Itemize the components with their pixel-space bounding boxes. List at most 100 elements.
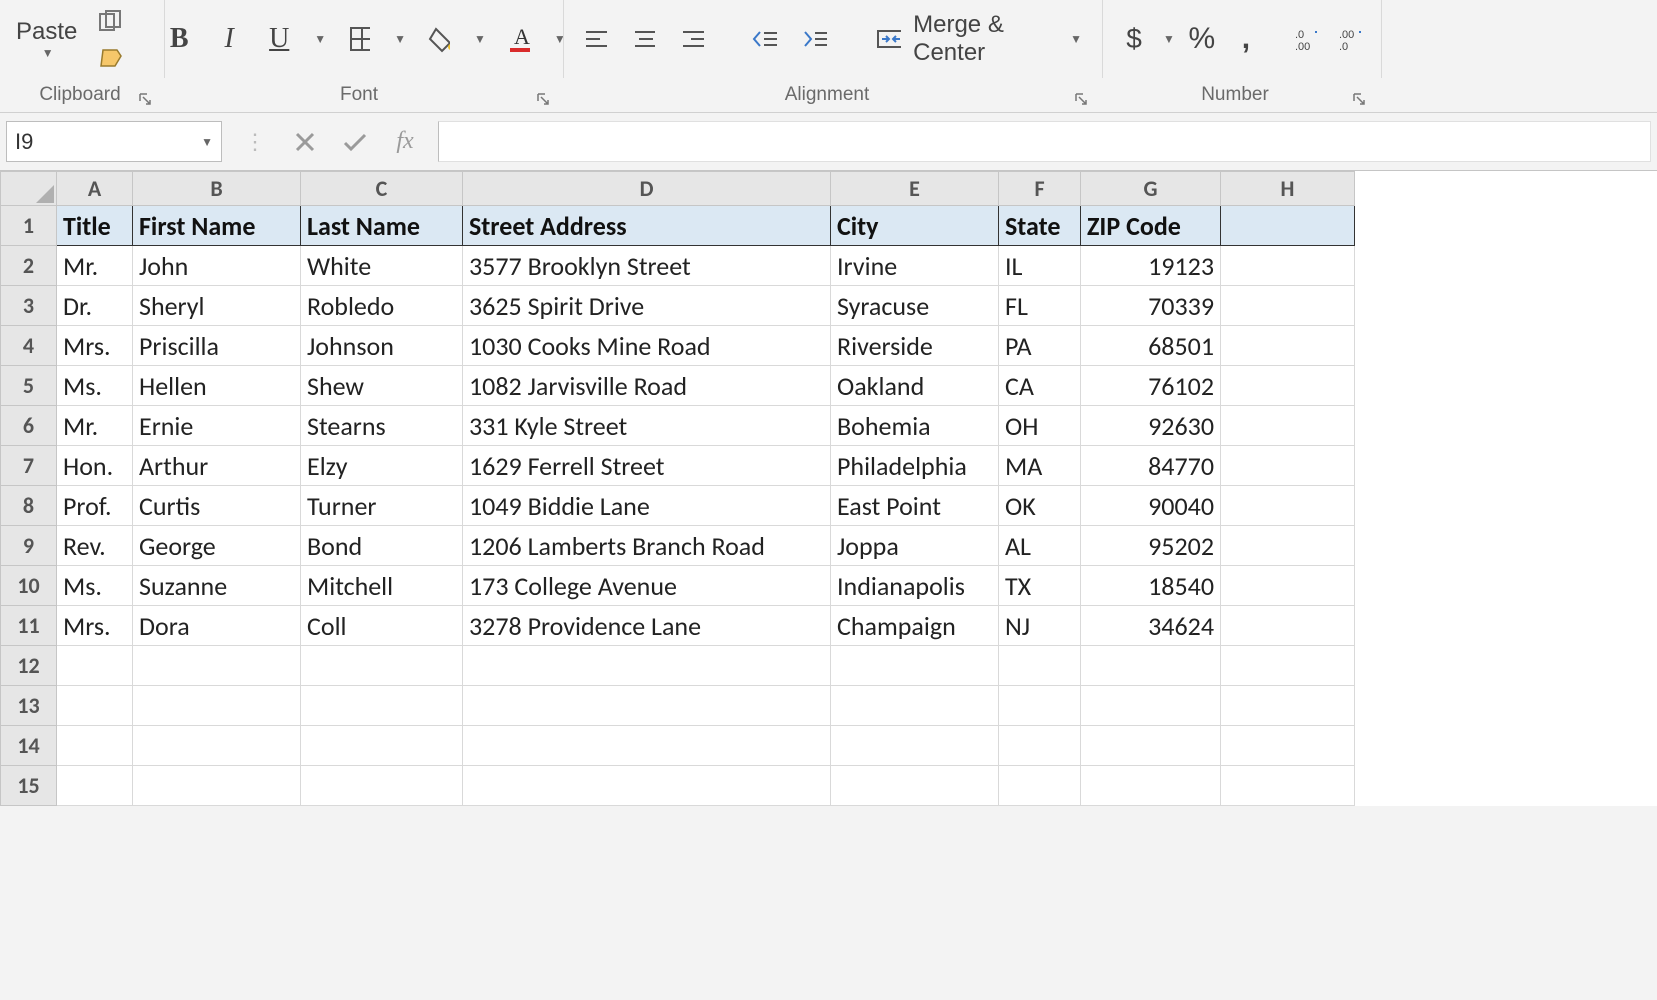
spreadsheet-grid[interactable]: ABCDEFGH1TitleFirst NameLast NameStreet … (0, 171, 1657, 806)
column-header-B[interactable]: B (133, 172, 301, 206)
cell[interactable] (999, 646, 1081, 686)
cell[interactable]: Shew (301, 366, 463, 406)
cell[interactable]: Ernie (133, 406, 301, 446)
cell[interactable]: Ms. (57, 566, 133, 606)
chevron-down-icon[interactable]: ▼ (314, 32, 326, 46)
cell[interactable] (1221, 686, 1355, 726)
cell[interactable]: Mrs. (57, 606, 133, 646)
cell[interactable]: Bohemia (831, 406, 999, 446)
cell[interactable]: Indianapolis (831, 566, 999, 606)
cell[interactable]: 95202 (1081, 526, 1221, 566)
borders-button[interactable] (342, 21, 376, 57)
column-header-H[interactable]: H (1221, 172, 1355, 206)
italic-button[interactable]: I (212, 19, 246, 59)
row-header[interactable]: 7 (1, 446, 57, 486)
cell[interactable]: 92630 (1081, 406, 1221, 446)
cell[interactable] (133, 726, 301, 766)
cell[interactable]: Stearns (301, 406, 463, 446)
handle-icon[interactable]: ⋮ (230, 125, 280, 159)
cell[interactable]: Mr. (57, 406, 133, 446)
cell[interactable] (1221, 486, 1355, 526)
chevron-down-icon[interactable]: ▼ (394, 32, 406, 46)
cell[interactable]: 1030 Cooks Mine Road (463, 326, 831, 366)
cell[interactable]: Last Name (301, 206, 463, 246)
cell[interactable]: Oakland (831, 366, 999, 406)
cell[interactable]: CA (999, 366, 1081, 406)
cell[interactable]: John (133, 246, 301, 286)
format-painter-icon[interactable] (93, 40, 131, 74)
cell[interactable]: 3577 Brooklyn Street (463, 246, 831, 286)
cell[interactable]: Rev. (57, 526, 133, 566)
chevron-down-icon[interactable]: ▼ (1163, 32, 1175, 46)
cell[interactable]: First Name (133, 206, 301, 246)
cell[interactable]: Coll (301, 606, 463, 646)
row-header[interactable]: 10 (1, 566, 57, 606)
cell[interactable]: George (133, 526, 301, 566)
cell[interactable]: Philadelphia (831, 446, 999, 486)
cell[interactable] (999, 766, 1081, 806)
cell[interactable] (831, 726, 999, 766)
cell[interactable]: Champaign (831, 606, 999, 646)
cell[interactable] (831, 686, 999, 726)
row-header[interactable]: 11 (1, 606, 57, 646)
increase-indent-button[interactable] (797, 22, 833, 56)
cell[interactable] (301, 686, 463, 726)
enter-icon[interactable] (330, 125, 380, 159)
cell[interactable]: 76102 (1081, 366, 1221, 406)
cancel-icon[interactable] (280, 125, 330, 159)
column-header-F[interactable]: F (999, 172, 1081, 206)
copy-icon[interactable] (93, 4, 131, 38)
dialog-launcher-icon[interactable] (136, 90, 154, 108)
cell[interactable] (57, 686, 133, 726)
cell[interactable] (831, 766, 999, 806)
cell[interactable] (999, 686, 1081, 726)
cell[interactable] (57, 726, 133, 766)
align-right-button[interactable] (675, 22, 710, 56)
cell[interactable]: 68501 (1081, 326, 1221, 366)
cell[interactable] (1221, 646, 1355, 686)
row-header[interactable]: 9 (1, 526, 57, 566)
cell[interactable]: NJ (999, 606, 1081, 646)
cell[interactable]: 3625 Spirit Drive (463, 286, 831, 326)
cell[interactable]: OH (999, 406, 1081, 446)
row-header[interactable]: 13 (1, 686, 57, 726)
cell[interactable] (1081, 726, 1221, 766)
cell[interactable]: 84770 (1081, 446, 1221, 486)
cell[interactable] (1221, 526, 1355, 566)
cell[interactable]: AL (999, 526, 1081, 566)
cell[interactable] (57, 646, 133, 686)
cell[interactable]: MA (999, 446, 1081, 486)
cell[interactable]: Hon. (57, 446, 133, 486)
row-header[interactable]: 2 (1, 246, 57, 286)
comma-style-button[interactable]: , (1229, 18, 1263, 60)
row-header[interactable]: 1 (1, 206, 57, 246)
cell[interactable] (463, 726, 831, 766)
cell[interactable]: Priscilla (133, 326, 301, 366)
cell[interactable]: 331 Kyle Street (463, 406, 831, 446)
cell[interactable] (1221, 726, 1355, 766)
insert-function-button[interactable]: fx (380, 124, 430, 159)
row-header[interactable]: 3 (1, 286, 57, 326)
formula-input[interactable] (438, 121, 1651, 162)
cell[interactable] (1221, 246, 1355, 286)
row-header[interactable]: 15 (1, 766, 57, 806)
row-header[interactable]: 6 (1, 406, 57, 446)
cell[interactable] (57, 766, 133, 806)
currency-button[interactable]: $ (1117, 19, 1151, 59)
row-header[interactable]: 8 (1, 486, 57, 526)
decrease-indent-button[interactable] (746, 22, 782, 56)
column-header-A[interactable]: A (57, 172, 133, 206)
row-header[interactable]: 4 (1, 326, 57, 366)
cell[interactable]: Elzy (301, 446, 463, 486)
cell[interactable]: Johnson (301, 326, 463, 366)
row-header[interactable]: 12 (1, 646, 57, 686)
column-header-E[interactable]: E (831, 172, 999, 206)
cell[interactable]: East Point (831, 486, 999, 526)
cell[interactable] (463, 646, 831, 686)
merge-center-button[interactable]: Merge & Center ▼ (870, 7, 1088, 71)
cell[interactable]: 173 College Avenue (463, 566, 831, 606)
cell[interactable] (1221, 326, 1355, 366)
cell[interactable]: Dr. (57, 286, 133, 326)
cell[interactable]: 90040 (1081, 486, 1221, 526)
cell[interactable] (1221, 406, 1355, 446)
